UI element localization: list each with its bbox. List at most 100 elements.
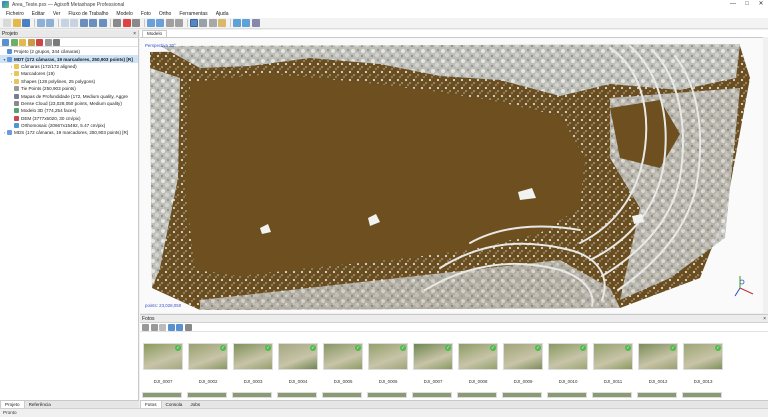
photo-thumbnail[interactable] xyxy=(142,392,182,398)
menu-ficheiro[interactable]: Ficheiro xyxy=(2,11,28,17)
photo-thumbnail[interactable] xyxy=(277,392,317,398)
tree-item[interactable]: Dense Cloud (23,028,050 points, Medium q… xyxy=(0,100,138,107)
photo-thumbnail[interactable] xyxy=(592,392,632,398)
viewport-scrollbar[interactable] xyxy=(763,37,768,313)
photo-thumbnail[interactable]: ✓ DJI_0007 xyxy=(142,343,184,384)
add-chunk-icon[interactable] xyxy=(2,38,9,46)
reset-icon[interactable] xyxy=(159,323,166,331)
photo-label: DJI_0006 xyxy=(378,379,398,384)
photo-thumbnail[interactable]: ✓ DJI_0010 xyxy=(547,343,589,384)
reset-view-icon[interactable] xyxy=(165,19,174,27)
aligned-check-icon: ✓ xyxy=(175,345,181,351)
delete-icon[interactable] xyxy=(122,19,131,27)
photo-thumbnail[interactable]: ✓ DJI_0012 xyxy=(637,343,679,384)
photo-thumbnail[interactable]: ✓ DJI_0011 xyxy=(592,343,634,384)
point-cloud-icon[interactable] xyxy=(189,19,198,27)
photo-thumbnail[interactable] xyxy=(547,392,587,398)
crop-icon[interactable] xyxy=(132,19,140,27)
marker-icon[interactable] xyxy=(242,19,250,27)
remove-icon[interactable] xyxy=(36,38,43,46)
photo-thumbnail[interactable]: ✓ DJI_0003 xyxy=(232,343,274,384)
add-photos-icon[interactable] xyxy=(10,38,18,46)
menu-ajuda[interactable]: Ajuda xyxy=(212,11,233,17)
close-button[interactable]: ✕ xyxy=(754,0,768,9)
rect-select-icon[interactable] xyxy=(70,19,78,27)
model-canvas[interactable]: Perspectiva 30° points: 23,028,050 xyxy=(140,37,768,313)
redo-icon[interactable] xyxy=(46,19,54,27)
navigation-icon[interactable] xyxy=(79,19,88,27)
new-icon[interactable] xyxy=(3,19,11,27)
open-icon[interactable] xyxy=(12,19,21,27)
zoom-in-icon[interactable] xyxy=(146,19,155,27)
photo-thumbnail[interactable] xyxy=(457,392,497,398)
zoom-out-icon[interactable] xyxy=(156,19,164,27)
photo-thumbnail[interactable]: ✓ DJI_0007 xyxy=(412,343,454,384)
tree-item[interactable]: Mapas de Profundidade (172, Medium quali… xyxy=(0,92,138,99)
photo-thumbnail[interactable]: ✓ DJI_0004 xyxy=(277,343,319,384)
tree-item[interactable]: › Shapes (128 polylines, 25 polygons) xyxy=(0,78,138,85)
menu-ver[interactable]: Ver xyxy=(49,11,65,17)
camera-view-icon[interactable] xyxy=(232,19,241,27)
disable-icon[interactable] xyxy=(176,323,183,331)
tab-jobs[interactable]: Jobs xyxy=(186,401,204,408)
maximize-button[interactable]: □ xyxy=(740,0,754,9)
photo-thumbnail[interactable]: ✓ DJI_0008 xyxy=(457,343,499,384)
menu-editar[interactable]: Editar xyxy=(28,11,49,17)
view-mode-icon[interactable] xyxy=(184,323,192,331)
photo-thumbnail[interactable]: ✓ DJI_0006 xyxy=(367,343,409,384)
photo-thumbnail[interactable] xyxy=(322,392,362,398)
photo-thumbnail[interactable]: ✓ DJI_0013 xyxy=(682,343,724,384)
photo-thumbnail[interactable] xyxy=(412,392,452,398)
undo-icon[interactable] xyxy=(36,19,45,27)
tree-item[interactable]: › Câmaras (172/172 aligned) xyxy=(0,63,138,70)
select-icon[interactable] xyxy=(60,19,69,27)
menu-modelo[interactable]: Modelo xyxy=(112,11,136,17)
close-icon[interactable]: × xyxy=(763,315,766,323)
photo-thumbnail[interactable] xyxy=(682,392,722,398)
rotate-photo-icon[interactable] xyxy=(150,323,158,331)
photo-thumbnail[interactable]: ✓ DJI_0002 xyxy=(187,343,229,384)
tab-modelo[interactable]: Modelo xyxy=(142,30,168,37)
save-icon[interactable] xyxy=(22,19,30,27)
menu-ferramentas[interactable]: Ferramentas xyxy=(175,11,211,17)
shapes-icon[interactable] xyxy=(251,19,260,27)
dense-cloud-view-icon[interactable] xyxy=(199,19,207,27)
close-project-icon[interactable] xyxy=(53,38,60,46)
tree-item[interactable]: ▾ MDT (172 câmaras, 19 marcadores, 250,90… xyxy=(0,55,138,63)
tab-fotos[interactable]: Fotos xyxy=(140,401,162,408)
tree-item[interactable]: Projeto (2 grupos, 344 câmaras) xyxy=(0,48,138,55)
tree-item[interactable]: Orthomosaic (20667x15492, 5.47 cm/pix) xyxy=(0,122,138,129)
tree-item[interactable]: › Marcadores (19) xyxy=(0,70,138,77)
ruler-icon[interactable] xyxy=(113,19,121,27)
tree-item[interactable]: › MDS (172 câmaras, 19 marcadores, 250,90… xyxy=(0,129,138,136)
texture-view-icon[interactable] xyxy=(218,19,226,27)
tree-item[interactable]: DEM (3777x5020, 30 cm/pix) xyxy=(0,115,138,122)
photo-thumbnail[interactable] xyxy=(187,392,227,398)
tab-projeto[interactable]: Projeto xyxy=(0,401,25,408)
photo-thumbnail[interactable]: ✓ DJI_0009 xyxy=(502,343,544,384)
photo-thumbnail[interactable] xyxy=(637,392,677,398)
properties-icon[interactable] xyxy=(44,38,52,46)
remove-photo-icon[interactable] xyxy=(142,323,149,331)
tree-item[interactable]: Tie Points (250,903 points) xyxy=(0,85,138,92)
minimize-button[interactable]: — xyxy=(726,0,740,9)
photo-label: DJI_0004 xyxy=(288,379,308,384)
photo-thumbnail[interactable] xyxy=(502,392,542,398)
grid-icon[interactable] xyxy=(175,19,183,27)
photo-thumbnail[interactable] xyxy=(367,392,407,398)
rotate-icon[interactable] xyxy=(98,19,107,27)
move-icon[interactable] xyxy=(89,19,97,27)
menu-workflow[interactable]: Fluxo de Trabalho xyxy=(64,11,112,17)
add-folder-icon[interactable] xyxy=(19,38,26,46)
model-view-icon[interactable] xyxy=(208,19,217,27)
menu-ortho[interactable]: Ortho xyxy=(155,11,176,17)
tab-consola[interactable]: Consola xyxy=(162,401,187,408)
photo-thumbnail[interactable]: ✓ DJI_0005 xyxy=(322,343,364,384)
tab-referencia[interactable]: Referência xyxy=(25,401,55,408)
add-marker-icon[interactable] xyxy=(27,38,35,46)
close-icon[interactable]: × xyxy=(133,30,136,38)
photo-thumbnail[interactable] xyxy=(232,392,272,398)
enable-icon[interactable] xyxy=(167,323,175,331)
tree-item[interactable]: Modelo 3D (774,254 faces) xyxy=(0,107,138,114)
menu-foto[interactable]: Foto xyxy=(137,11,155,17)
